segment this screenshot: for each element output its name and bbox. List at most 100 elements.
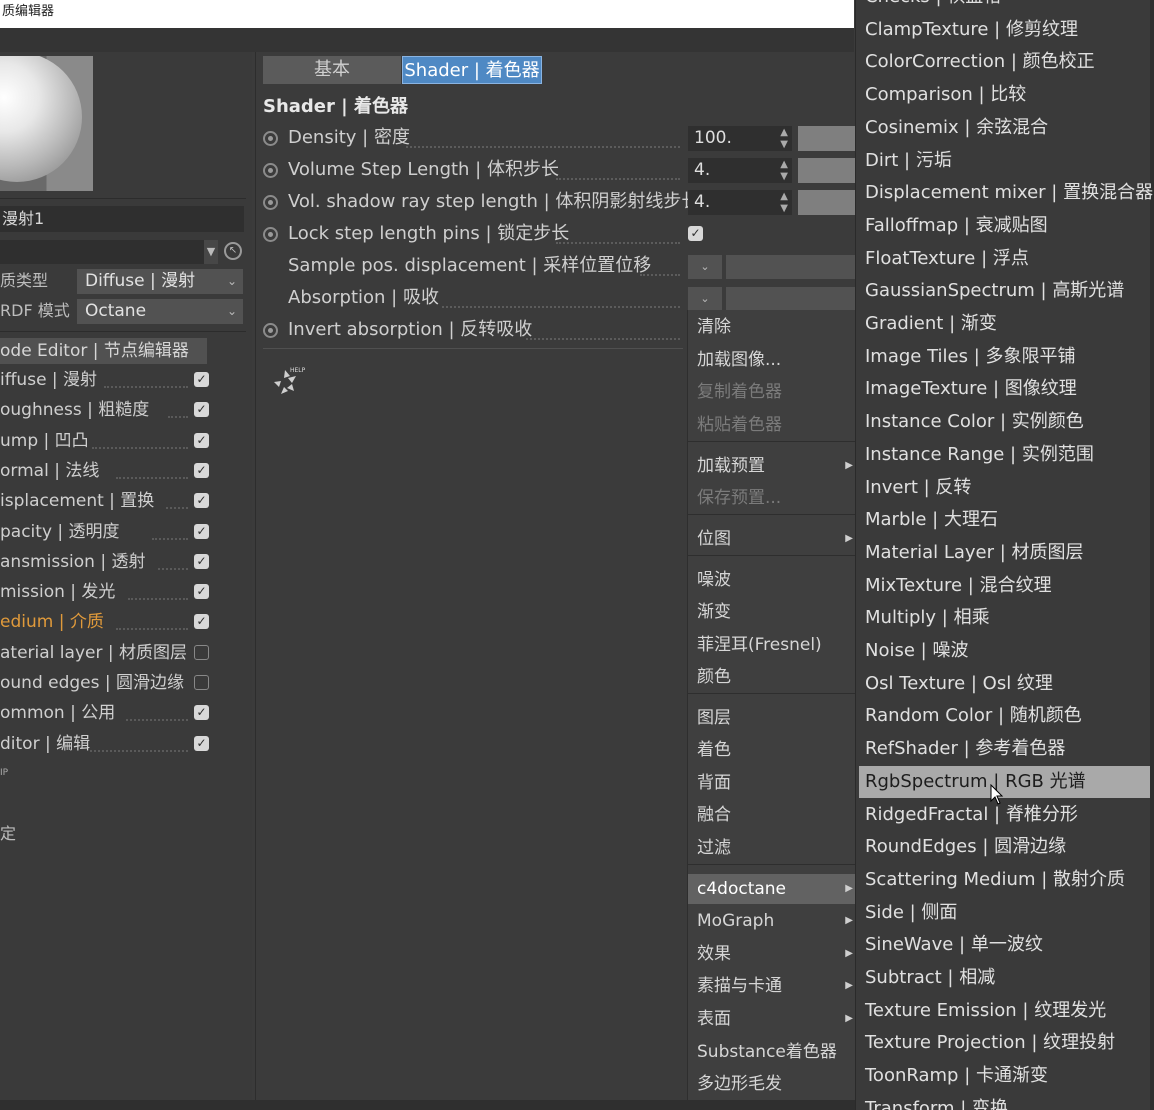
volume-step-texture-slot[interactable] (798, 158, 856, 183)
submenu-item[interactable]: Multiply | 相乘 (856, 602, 1154, 634)
submenu-item[interactable]: Falloffmap | 衰减贴图 (856, 210, 1154, 242)
channel-row[interactable]: aterial layer | 材质图层 (0, 638, 215, 668)
channel-checkbox[interactable]: ✓ (194, 462, 209, 478)
submenu-item[interactable]: Scattering Medium | 散射介质 (856, 864, 1154, 896)
channel-checkbox[interactable]: ✓ (194, 402, 209, 418)
submenu-item[interactable]: RefShader | 参考着色器 (856, 733, 1154, 765)
animate-radio-icon[interactable] (263, 323, 278, 338)
channel-row[interactable]: oughness | 粗糙度 ✓ (0, 395, 215, 425)
submenu-item[interactable]: ColorCorrection | 颜色校正 (856, 46, 1154, 78)
context-menu-item[interactable]: 加载预置 ▶ (688, 451, 856, 481)
shadow-step-input[interactable]: 4. ▲ ▼ (688, 190, 792, 215)
channel-checkbox[interactable]: ✓ (194, 432, 209, 448)
channel-checkbox[interactable]: ✓ (194, 372, 209, 387)
context-menu-item[interactable]: 菲涅耳(Fresnel) (688, 630, 856, 660)
submenu-item[interactable]: Comparison | 比较 (856, 79, 1154, 111)
channel-row[interactable]: pacity | 透明度 ✓ (0, 517, 215, 547)
submenu-item[interactable]: Noise | 噪波 (856, 635, 1154, 667)
channel-checkbox[interactable] (194, 675, 209, 690)
submenu-item[interactable]: Texture Emission | 纹理发光 (856, 995, 1154, 1027)
channel-row[interactable]: ump | 凹凸 ✓ (0, 426, 215, 456)
submenu-item[interactable]: Displacement mixer | 置换混合器 (856, 177, 1154, 209)
channel-checkbox[interactable]: ✓ (194, 523, 209, 539)
node-editor-button[interactable]: ode Editor | 节点编辑器 (0, 338, 207, 364)
context-menu-item[interactable]: 渐变 (688, 597, 856, 627)
absorption-slot[interactable] (726, 287, 856, 311)
submenu-item[interactable]: Cosinemix | 余弦混合 (856, 112, 1154, 144)
tab-basic[interactable]: 基本 (263, 56, 401, 84)
channel-row[interactable]: ound edges | 圆滑边缘 (0, 668, 215, 698)
help-icon[interactable]: HELP (268, 364, 308, 404)
sample-pos-dropdown[interactable]: ⌄ (688, 255, 722, 279)
submenu-item[interactable]: Instance Range | 实例范围 (856, 439, 1154, 471)
spinner-icon[interactable]: ▲ ▼ (780, 126, 788, 151)
channel-row[interactable]: edium | 介质 ✓ (0, 607, 215, 637)
shadow-step-texture-slot[interactable] (798, 190, 856, 215)
density-input[interactable]: 100. ▲ ▼ (688, 126, 792, 151)
context-menu-item[interactable]: 着色 (688, 735, 856, 765)
context-menu-item[interactable]: 效果 ▶ (688, 939, 856, 969)
submenu-item[interactable]: Texture Projection | 纹理投射 (856, 1027, 1154, 1059)
material-name-field[interactable]: 漫射1 (0, 206, 244, 232)
submenu-item[interactable]: Side | 侧面 (856, 897, 1154, 929)
context-menu-item[interactable]: 融合 (688, 800, 856, 830)
context-menu-item[interactable]: 颜色 (688, 662, 856, 692)
channel-row[interactable]: ormal | 法线 ✓ (0, 456, 215, 486)
submenu-item[interactable]: Osl Texture | Osl 纹理 (856, 668, 1154, 700)
volume-step-input[interactable]: 4. ▲ ▼ (688, 158, 792, 183)
lock-step-checkbox[interactable]: ✓ (688, 226, 703, 241)
submenu-item[interactable]: Random Color | 随机颜色 (856, 700, 1154, 732)
submenu-item[interactable]: RoundEdges | 圆滑边缘 (856, 831, 1154, 863)
context-menu-item[interactable]: 图层 (688, 703, 856, 733)
channel-checkbox[interactable]: ✓ (194, 584, 209, 600)
channel-row[interactable]: iffuse | 漫射 ✓ (0, 365, 215, 395)
context-menu-item[interactable]: 过滤 (688, 833, 856, 863)
submenu-item[interactable]: Instance Color | 实例颜色 (856, 406, 1154, 438)
submenu-item[interactable]: RidgedFractal | 脊椎分形 (856, 799, 1154, 831)
submenu-item[interactable]: Material Layer | 材质图层 (856, 537, 1154, 569)
density-texture-slot[interactable] (798, 126, 856, 151)
context-menu-item[interactable]: 噪波 (688, 565, 856, 595)
submenu-item[interactable]: FloatTexture | 浮点 (856, 243, 1154, 275)
channel-row[interactable]: ditor | 编辑 ✓ (0, 729, 215, 759)
target-icon[interactable]: ↖ (224, 242, 242, 260)
context-menu-item[interactable]: 加载图像... (688, 345, 856, 375)
submenu-item[interactable]: Dirt | 污垢 (856, 145, 1154, 177)
submenu-item[interactable]: Marble | 大理石 (856, 504, 1154, 536)
context-menu-item[interactable]: Substance着色器 (688, 1037, 856, 1067)
tab-shader[interactable]: Shader | 着色器 (402, 56, 542, 84)
absorption-dropdown[interactable]: ⌄ (688, 287, 722, 311)
submenu-item[interactable]: MixTexture | 混合纹理 (856, 570, 1154, 602)
channel-checkbox[interactable] (194, 644, 209, 660)
channel-checkbox[interactable]: ✓ (194, 614, 209, 630)
context-menu-item[interactable]: 背面 (688, 768, 856, 798)
channel-checkbox[interactable]: ✓ (194, 553, 209, 569)
context-menu-item[interactable]: 清除 (688, 312, 856, 342)
context-menu-item[interactable]: c4doctane ▶ (688, 874, 856, 904)
channel-row[interactable]: isplacement | 置换 ✓ (0, 486, 215, 516)
material-preview[interactable] (0, 56, 93, 191)
submenu-item[interactable]: SineWave | 单一波纹 (856, 929, 1154, 961)
submenu-item[interactable]: Image Tiles | 多象限平铺 (856, 341, 1154, 373)
sample-pos-slot[interactable] (726, 255, 856, 279)
submenu-item[interactable]: Gradient | 渐变 (856, 308, 1154, 340)
animate-radio-icon[interactable] (263, 227, 278, 242)
context-menu-item[interactable]: 表面 ▶ (688, 1004, 856, 1034)
channel-checkbox[interactable]: ✓ (194, 493, 209, 509)
animate-radio-icon[interactable] (263, 131, 278, 146)
submenu-item[interactable]: RgbSpectrum | RGB 光谱 (859, 765, 1150, 798)
submenu-item[interactable]: ImageTexture | 图像纹理 (856, 373, 1154, 405)
submenu-item[interactable]: Invert | 反转 (856, 472, 1154, 504)
spinner-icon[interactable]: ▲ ▼ (780, 158, 788, 183)
material-type-dropdown[interactable]: Diffuse | 漫射 ⌄ (77, 269, 243, 294)
channel-checkbox[interactable]: ✓ (194, 705, 209, 721)
animate-radio-icon[interactable] (263, 195, 278, 210)
submenu-item[interactable]: Checks | 棋盘格 (856, 0, 1154, 13)
submenu-item[interactable]: ToonRamp | 卡通渐变 (856, 1060, 1154, 1092)
channel-row[interactable]: ansmission | 透射 ✓ (0, 547, 215, 577)
submenu-item[interactable]: GaussianSpectrum | 高斯光谱 (856, 275, 1154, 307)
context-menu-item[interactable]: 位图 ▶ (688, 524, 856, 554)
submenu-item[interactable]: Subtract | 相减 (856, 962, 1154, 994)
empty-dropdown[interactable]: ▼ (0, 240, 218, 264)
submenu-item[interactable]: ClampTexture | 修剪纹理 (856, 14, 1154, 46)
